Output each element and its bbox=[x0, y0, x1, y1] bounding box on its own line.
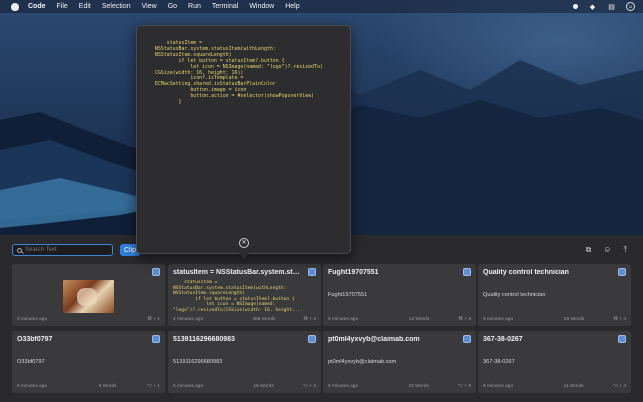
split-view-icon[interactable]: ⧉ bbox=[586, 245, 592, 255]
clip-card-3[interactable]: Fught19707551 Fught19707551 6 minutes ag… bbox=[323, 264, 476, 326]
clip-title: O33bf0797 bbox=[17, 336, 53, 343]
clip-body: O33bf0797 bbox=[17, 359, 45, 365]
clip-image-thumbnail bbox=[63, 280, 114, 313]
select-checkbox[interactable] bbox=[463, 268, 471, 276]
clip-body: 5139116296680983 bbox=[173, 359, 223, 365]
menu-run[interactable]: Run bbox=[188, 3, 201, 10]
clip-title: statusItem = NSStatusBar.system.statusIt… bbox=[173, 269, 301, 276]
menu-app-code[interactable]: Code bbox=[28, 3, 46, 10]
clip-card-1[interactable]: 3 minutes ago ⌘ + 1 bbox=[12, 264, 165, 326]
status-dot-icon[interactable] bbox=[573, 4, 578, 9]
popover-code-preview: statusItem = NSStatusBar.system.statusIt… bbox=[155, 40, 323, 106]
menu-edit[interactable]: Edit bbox=[79, 3, 91, 10]
clip-word-count: 9 Words bbox=[98, 384, 117, 389]
clip-word-count: 23 Words bbox=[408, 384, 429, 389]
clip-title: Fught19707551 bbox=[328, 269, 379, 276]
select-checkbox[interactable] bbox=[308, 268, 316, 276]
control-center-icon[interactable]: ▤ bbox=[607, 3, 616, 11]
clip-shortcut: ⌘ + 3 bbox=[458, 317, 471, 322]
clip-card-4[interactable]: Quality control technician Quality contr… bbox=[478, 264, 631, 326]
clip-code-preview: statusItem = NSStatusBar.system.statusIt… bbox=[173, 280, 303, 313]
clip-preview-popover: statusItem = NSStatusBar.system.statusIt… bbox=[136, 25, 351, 259]
search-placeholder: Search Text bbox=[25, 247, 57, 253]
search-input[interactable]: Search Text bbox=[12, 244, 113, 256]
menu-selection[interactable]: Selection bbox=[102, 3, 131, 10]
clip-word-count bbox=[69, 317, 147, 322]
clip-word-count: 16 Words bbox=[253, 384, 274, 389]
clip-card-6[interactable]: 5139116296680983 5139116296680983 6 minu… bbox=[168, 331, 321, 393]
menu-terminal[interactable]: Terminal bbox=[212, 3, 238, 10]
close-icon[interactable]: ✕ bbox=[239, 238, 249, 248]
select-checkbox[interactable] bbox=[463, 335, 471, 343]
select-checkbox[interactable] bbox=[152, 335, 160, 343]
clip-time: 6 minutes ago bbox=[483, 384, 514, 389]
clip-time: 6 minutes ago bbox=[483, 317, 514, 322]
menu-view[interactable]: View bbox=[142, 3, 157, 10]
menu-bar: Code File Edit Selection View Go Run Ter… bbox=[0, 0, 643, 13]
clip-shortcut: ⌥ + 1 bbox=[146, 384, 160, 389]
menu-file[interactable]: File bbox=[57, 3, 68, 10]
clip-title: 5139116296680983 bbox=[173, 336, 235, 343]
clip-body: Fught19707551 bbox=[328, 292, 368, 298]
clip-time: 6 minutes ago bbox=[328, 384, 359, 389]
clip-shortcut: ⌥ + 4 bbox=[612, 384, 626, 389]
clip-body: Quality control technician bbox=[483, 292, 546, 298]
user-avatar-icon[interactable]: ☺ bbox=[626, 2, 635, 11]
clip-shortcut: ⌥ + 3 bbox=[457, 384, 471, 389]
clip-time: 6 minutes ago bbox=[328, 317, 359, 322]
clip-shortcut: ⌘ + 1 bbox=[147, 317, 160, 322]
clip-time: 6 minutes ago bbox=[173, 384, 204, 389]
clip-word-count: 26 Words bbox=[563, 317, 585, 322]
menu-go[interactable]: Go bbox=[168, 3, 177, 10]
clip-title: pt0ml4yxvyb@claimab.com bbox=[328, 336, 420, 343]
clip-time: 3 minutes ago bbox=[17, 317, 48, 322]
clip-title: 367-38-0267 bbox=[483, 336, 523, 343]
pin-top-icon[interactable]: ⤒ bbox=[623, 245, 627, 255]
menu-window[interactable]: Window bbox=[249, 3, 274, 10]
search-icon bbox=[17, 247, 22, 253]
menu-help[interactable]: Help bbox=[285, 3, 299, 10]
clipboard-panel: Search Text Clip ⧉ ☺ ⤒ 3 minutes ago ⌘ +… bbox=[0, 235, 643, 402]
select-checkbox[interactable] bbox=[152, 268, 160, 276]
apple-menu-icon[interactable] bbox=[11, 2, 19, 11]
clip-card-7[interactable]: pt0ml4yxvyb@claimab.com pt0ml4yxvyb@clai… bbox=[323, 331, 476, 393]
clip-shortcut: ⌘ + 4 bbox=[613, 317, 626, 322]
popover-arrow bbox=[239, 253, 249, 259]
clip-shortcut: ⌥ + 2 bbox=[302, 384, 316, 389]
clip-body: 367-38-0267 bbox=[483, 359, 515, 365]
clip-word-count: 13 Words bbox=[408, 317, 430, 322]
select-checkbox[interactable] bbox=[618, 268, 626, 276]
clip-card-5[interactable]: O33bf0797 O33bf0797 6 minutes ago 9 Word… bbox=[12, 331, 165, 393]
clipboard-app-icon[interactable]: ◆ bbox=[588, 3, 597, 11]
select-checkbox[interactable] bbox=[308, 335, 316, 343]
select-checkbox[interactable] bbox=[618, 335, 626, 343]
clip-body: pt0ml4yxvyb@claimab.com bbox=[328, 359, 397, 365]
clip-word-count: 11 Words bbox=[563, 384, 584, 389]
clip-word-count: 366 Words bbox=[252, 317, 276, 322]
clip-card-8[interactable]: 367-38-0267 367-38-0267 6 minutes ago 11… bbox=[478, 331, 631, 393]
clip-time: 4 minutes ago bbox=[173, 317, 204, 322]
clip-time: 6 minutes ago bbox=[17, 384, 48, 389]
clip-title: Quality control technician bbox=[483, 269, 569, 276]
clip-card-2[interactable]: statusItem = NSStatusBar.system.statusIt… bbox=[168, 264, 321, 326]
user-icon[interactable]: ☺ bbox=[603, 245, 611, 255]
clip-shortcut: ⌘ + 2 bbox=[303, 317, 316, 322]
